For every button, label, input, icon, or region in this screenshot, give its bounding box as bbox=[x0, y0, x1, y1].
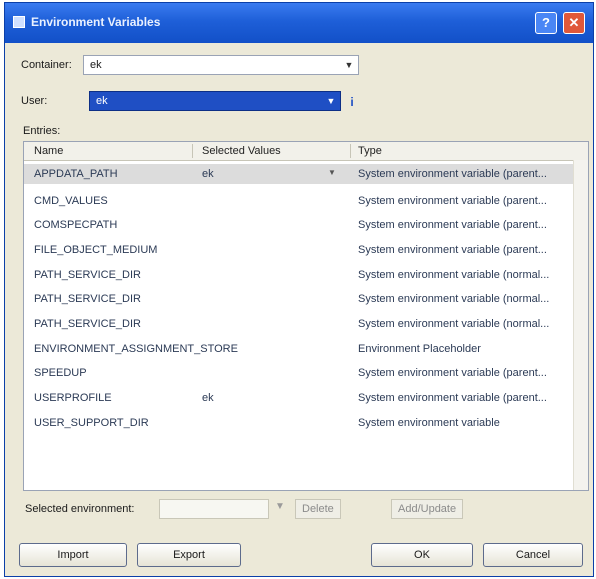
row-name: ENVIRONMENT_ASSIGNMENT_STORE bbox=[34, 343, 238, 355]
table-row[interactable]: PATH_SERVICE_DIR System environment vari… bbox=[24, 265, 584, 285]
table-row[interactable]: APPDATA_PATH ek ▼ System environment var… bbox=[24, 164, 584, 184]
add-update-button[interactable]: Add/Update bbox=[391, 499, 464, 519]
row-type: System environment variable bbox=[358, 417, 500, 429]
row-value[interactable]: ek bbox=[202, 168, 214, 180]
row-name: FILE_OBJECT_MEDIUM bbox=[34, 244, 158, 256]
column-header-selected-values[interactable]: Selected Values bbox=[202, 145, 281, 157]
list-header: Name Selected Values Type bbox=[24, 142, 588, 161]
row-name: PATH_SERVICE_DIR bbox=[34, 318, 141, 330]
row-type: System environment variable (normal... bbox=[358, 269, 550, 281]
row-type: System environment variable (normal... bbox=[358, 318, 550, 330]
row-type: System environment variable (parent... bbox=[358, 195, 547, 207]
table-row[interactable]: ENVIRONMENT_ASSIGNMENT_STORE Environment… bbox=[24, 339, 584, 359]
row-type: System environment variable (parent... bbox=[358, 392, 547, 404]
table-row[interactable]: COMSPECPATH System environment variable … bbox=[24, 215, 584, 235]
container-combobox[interactable]: ek ▼ bbox=[83, 55, 359, 75]
row-type: System environment variable (parent... bbox=[358, 367, 547, 379]
entries-label: Entries: bbox=[23, 125, 61, 137]
export-button[interactable]: Export bbox=[137, 543, 241, 567]
app-icon bbox=[13, 16, 25, 28]
environment-dialog: Environment Variables ? ✕ Container: ek … bbox=[4, 2, 594, 577]
user-value: ek bbox=[96, 95, 108, 107]
table-row[interactable]: CMD_VALUES System environment variable (… bbox=[24, 191, 584, 211]
table-row[interactable]: PATH_SERVICE_DIR System environment vari… bbox=[24, 314, 584, 334]
delete-button[interactable]: Delete bbox=[295, 499, 341, 519]
row-name: USER_SUPPORT_DIR bbox=[34, 417, 149, 429]
table-row[interactable]: SPEEDUP System environment variable (par… bbox=[24, 363, 584, 383]
ok-button[interactable]: OK bbox=[371, 543, 473, 567]
row-type: Environment Placeholder bbox=[358, 343, 481, 355]
table-row[interactable]: USERPROFILE ek System environment variab… bbox=[24, 388, 584, 408]
row-name: USERPROFILE bbox=[34, 392, 112, 404]
vertical-scrollbar[interactable] bbox=[573, 160, 588, 490]
row-name: CMD_VALUES bbox=[34, 195, 108, 207]
info-icon[interactable]: i bbox=[345, 95, 359, 111]
row-name: PATH_SERVICE_DIR bbox=[34, 293, 141, 305]
column-header-type[interactable]: Type bbox=[358, 145, 382, 157]
row-type: System environment variable (normal... bbox=[358, 293, 550, 305]
chevron-down-icon[interactable]: ▼ bbox=[324, 94, 338, 108]
variables-list[interactable]: Name Selected Values Type APPDATA_PATH e… bbox=[23, 141, 589, 491]
user-label: User: bbox=[21, 95, 48, 107]
row-value: ek bbox=[202, 392, 214, 404]
chevron-down-icon[interactable]: ▼ bbox=[342, 58, 356, 72]
row-name: APPDATA_PATH bbox=[34, 168, 118, 180]
import-button[interactable]: Import bbox=[19, 543, 127, 567]
column-divider[interactable] bbox=[192, 144, 193, 158]
table-row[interactable]: USER_SUPPORT_DIR System environment vari… bbox=[24, 413, 584, 433]
container-label: Container: bbox=[21, 59, 72, 71]
close-icon[interactable]: ✕ bbox=[563, 12, 585, 34]
user-combobox[interactable]: ek ▼ bbox=[89, 91, 341, 111]
chevron-down-icon[interactable]: ▼ bbox=[328, 168, 336, 177]
assignment-label: Selected environment: bbox=[25, 503, 135, 515]
cancel-button[interactable]: Cancel bbox=[483, 543, 583, 567]
assignment-input[interactable] bbox=[159, 499, 269, 519]
row-type: System environment variable (parent... bbox=[358, 168, 547, 180]
row-name: COMSPECPATH bbox=[34, 219, 118, 231]
table-row[interactable]: PATH_SERVICE_DIR System environment vari… bbox=[24, 289, 584, 309]
chevron-down-icon[interactable]: ▼ bbox=[275, 501, 289, 515]
column-divider[interactable] bbox=[350, 144, 351, 158]
row-name: PATH_SERVICE_DIR bbox=[34, 269, 141, 281]
table-row[interactable]: FILE_OBJECT_MEDIUM System environment va… bbox=[24, 240, 584, 260]
window-title: Environment Variables bbox=[31, 15, 161, 29]
column-header-name[interactable]: Name bbox=[34, 145, 63, 157]
row-type: System environment variable (parent... bbox=[358, 244, 547, 256]
help-icon[interactable]: ? bbox=[535, 12, 557, 34]
container-value: ek bbox=[90, 59, 102, 71]
title-bar[interactable]: Environment Variables ? ✕ bbox=[5, 3, 593, 43]
row-type: System environment variable (parent... bbox=[358, 219, 547, 231]
row-name: SPEEDUP bbox=[34, 367, 87, 379]
